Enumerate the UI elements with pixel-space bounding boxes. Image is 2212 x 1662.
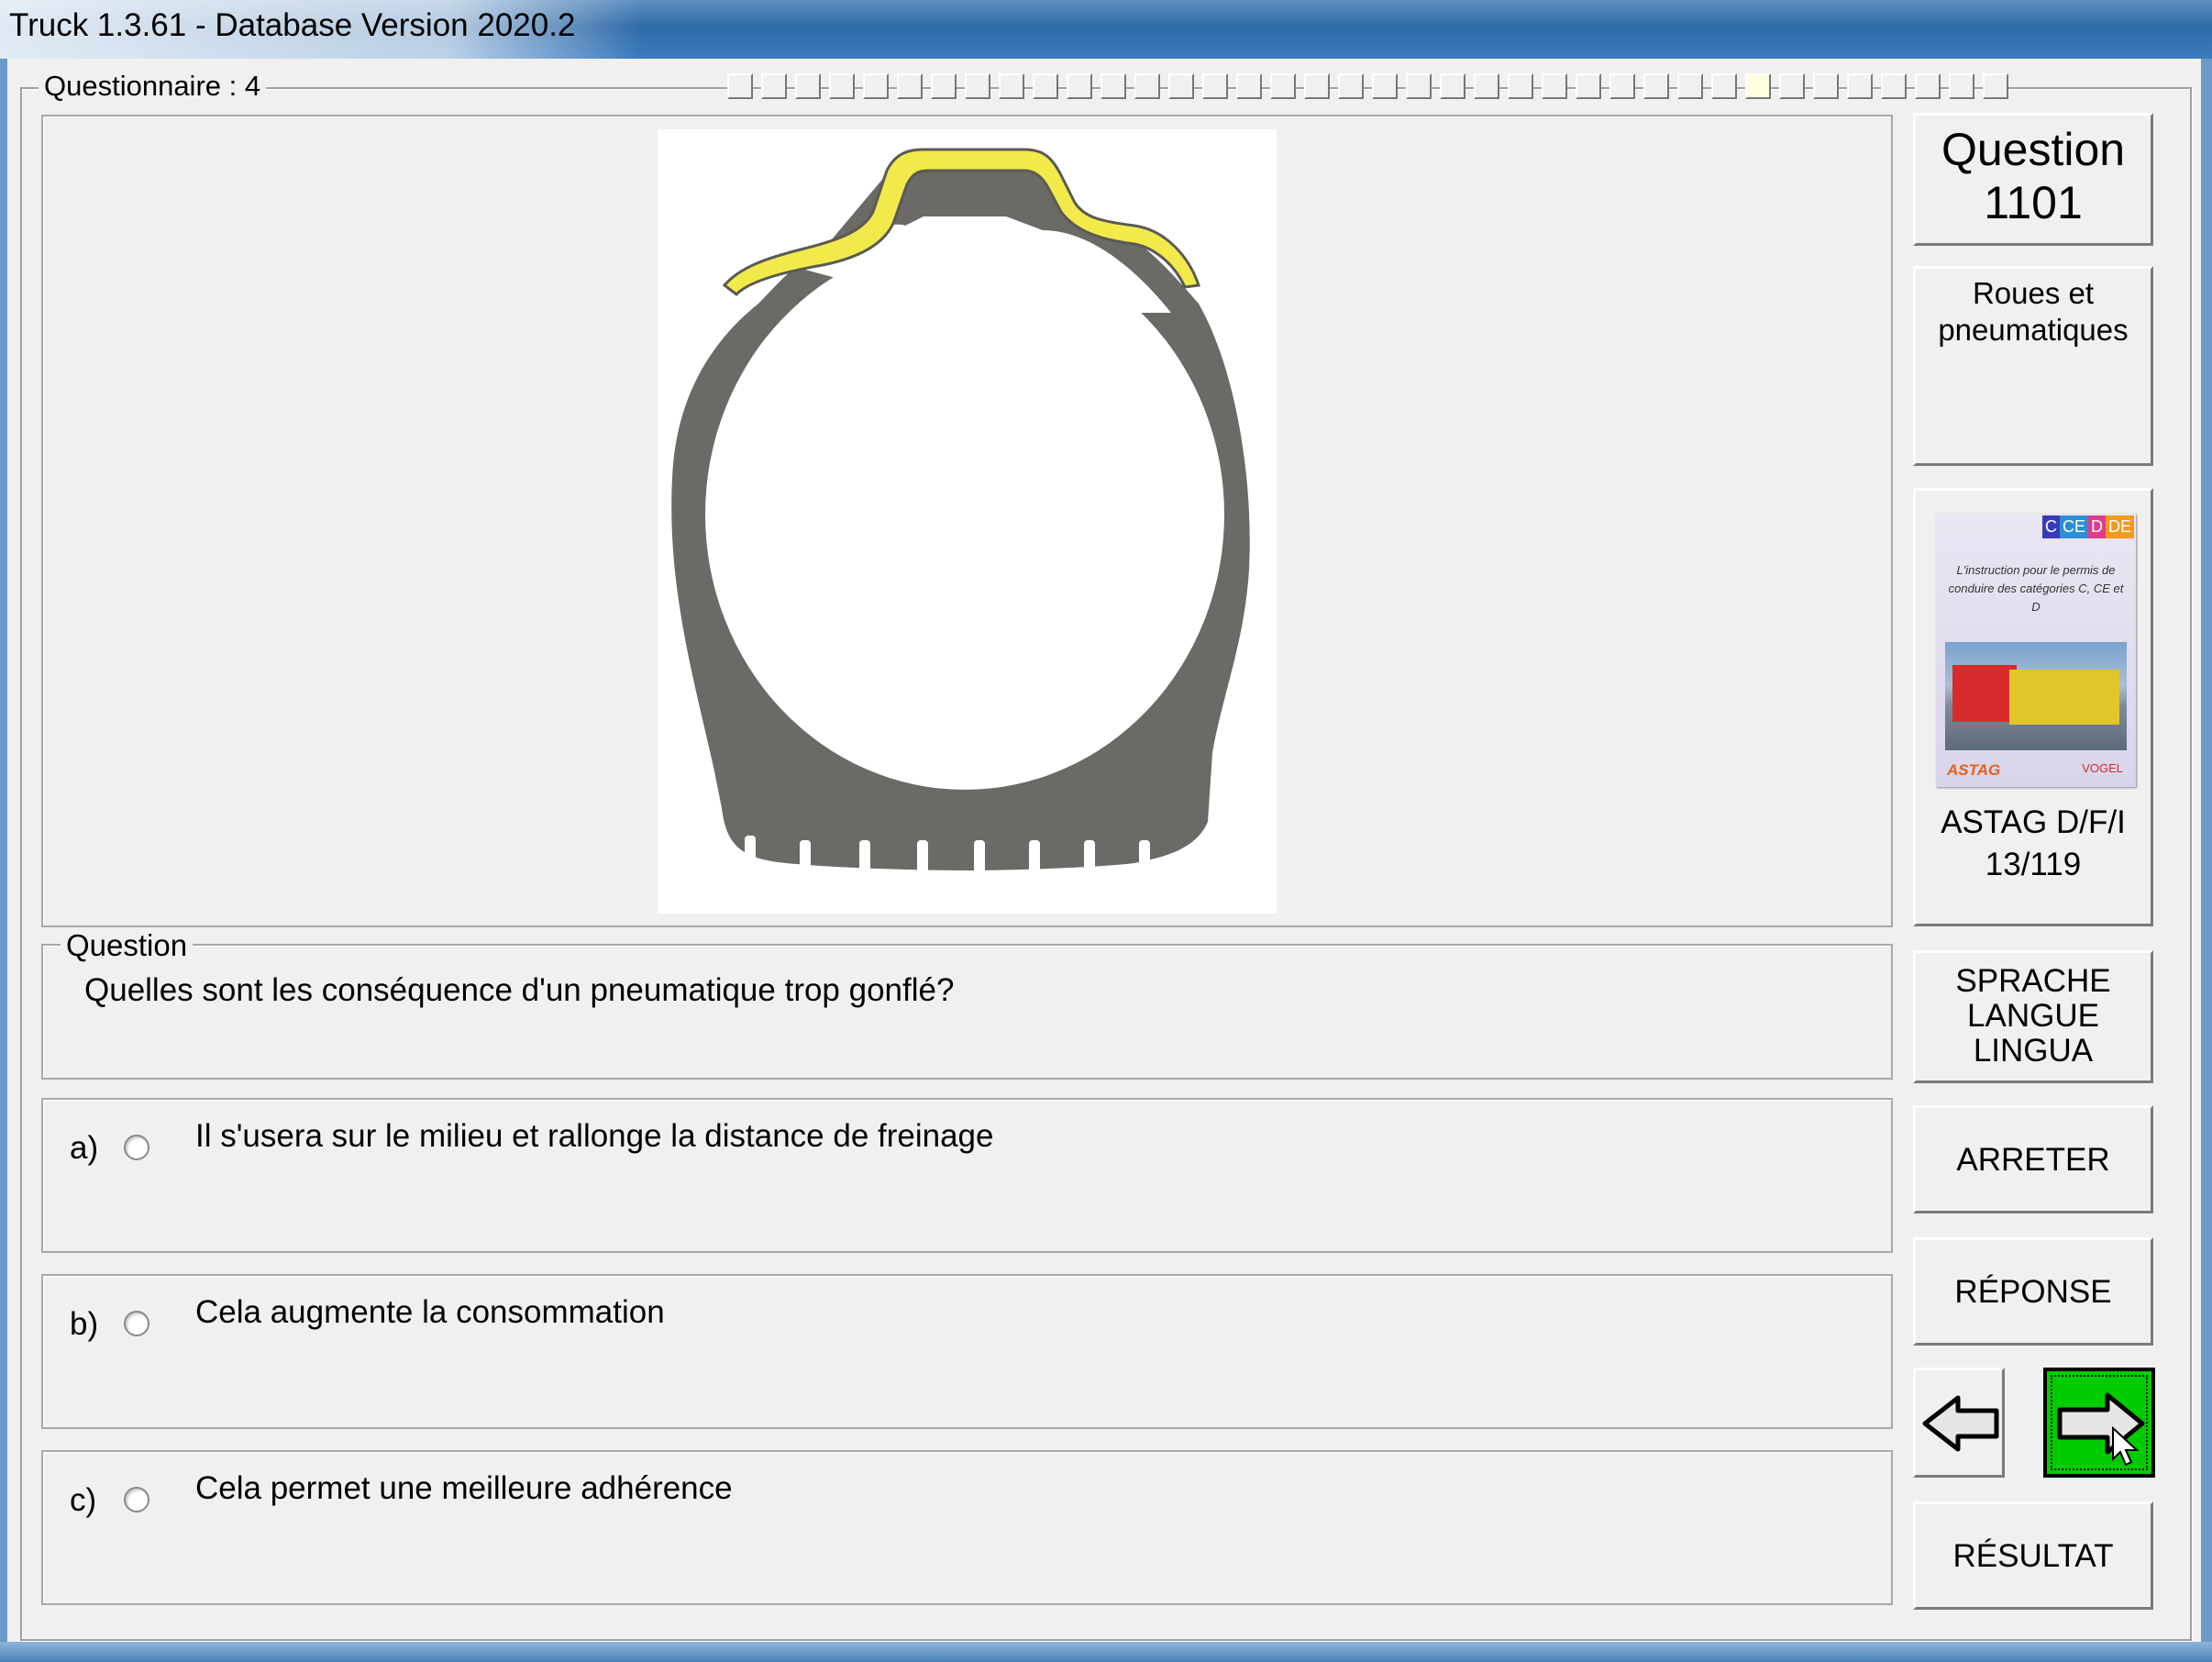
progress-segment [1643, 73, 1669, 99]
language-label-3: LINGUA [1973, 1033, 2094, 1069]
progress-segment [1202, 73, 1228, 99]
next-button[interactable] [2043, 1368, 2155, 1478]
window-title: Truck 1.3.61 - Database Version 2020.2 [9, 7, 576, 43]
language-label-1: SPRACHE [1955, 963, 2111, 999]
progress-segment [1134, 73, 1160, 99]
answer-button-label: RÉPONSE [1954, 1274, 2112, 1310]
answer-b-radio[interactable] [124, 1311, 149, 1336]
progress-segment [1983, 73, 2008, 99]
truck-image [1952, 665, 2017, 722]
progress-segment [1236, 73, 1262, 99]
progress-segment [829, 73, 855, 99]
progress-segment [1779, 73, 1805, 99]
question-text: Quelles sont les conséquence d'un pneuma… [84, 972, 955, 1008]
question-group-label: Question [61, 928, 194, 963]
category-panel: Roues et pneumatiques [1913, 266, 2153, 466]
answer-button[interactable]: RÉPONSE [1913, 1237, 2153, 1346]
source-line-2: 13/119 [1985, 847, 2082, 882]
questionnaire-label: Questionnaire : 4 [39, 70, 267, 103]
progress-segment [727, 73, 753, 99]
progress-segment [1474, 73, 1499, 99]
question-group [41, 944, 1893, 1080]
progress-segment [1711, 73, 1737, 99]
previous-button[interactable] [1913, 1368, 2005, 1478]
answer-a-radio[interactable] [124, 1135, 149, 1160]
question-number-panel: Question 1101 [1913, 113, 2153, 246]
question-number-label: Question [1941, 124, 2126, 175]
badge-ce: CE [2059, 515, 2088, 538]
question-number: 1101 [1984, 177, 2083, 228]
category-text: Roues et pneumatiques [1938, 276, 2129, 347]
progress-segment [897, 73, 923, 99]
progress-segment [1440, 73, 1465, 99]
astag-logo: ASTAG [1947, 761, 2001, 779]
progress-segment [863, 73, 889, 99]
answer-letter: a) [70, 1130, 99, 1166]
progress-segment [1508, 73, 1533, 99]
progress-segment [1033, 73, 1058, 99]
answer-letter: c) [70, 1482, 97, 1518]
overinflated-tire-illustration [671, 148, 1250, 877]
badge-c: C [2041, 515, 2060, 538]
progress-segment-current [1745, 73, 1771, 99]
tire-air-chamber [705, 239, 1224, 790]
bus-image [2009, 670, 2119, 725]
title-bar: Truck 1.3.61 - Database Version 2020.2 [0, 0, 2212, 59]
stop-button-label: ARRETER [1956, 1142, 2110, 1178]
progress-segment [1576, 73, 1601, 99]
progress-segment [1270, 73, 1296, 99]
source-line-1: ASTAG D/F/I [1941, 804, 2126, 840]
badge-de: DE [2105, 515, 2134, 538]
progress-segment [1813, 73, 1839, 99]
progress-segment [1881, 73, 1907, 99]
license-category-badge: C CE D DE [2041, 515, 2134, 538]
progress-segment [1609, 73, 1635, 99]
book-cover-image: C CE D DE L'instruction pour le permis d… [1936, 514, 2136, 787]
answer-option-a[interactable]: a) Il s'usera sur le milieu et rallonge … [41, 1098, 1893, 1253]
result-button-label: RÉSULTAT [1952, 1538, 2114, 1574]
answer-text: Il s'usera sur le milieu et rallonge la … [195, 1118, 994, 1154]
answer-option-c[interactable]: c) Cela permet une meilleure adhérence [41, 1450, 1893, 1605]
book-cover-text: L'instruction pour le permis de conduire… [1948, 563, 2124, 614]
language-label-2: LANGUE [1967, 998, 2099, 1034]
language-button[interactable]: SPRACHE LANGUE LINGUA [1913, 950, 2153, 1083]
progress-segment [1406, 73, 1432, 99]
progress-segment [761, 73, 787, 99]
progress-segment [1304, 73, 1330, 99]
window-frame-left [0, 59, 7, 1662]
progress-segment [1168, 73, 1194, 99]
result-button[interactable]: RÉSULTAT [1913, 1501, 2153, 1610]
arrow-left-icon [1922, 1395, 1999, 1452]
progress-segment [999, 73, 1024, 99]
stop-button[interactable]: ARRETER [1913, 1105, 2153, 1213]
answer-text: Cela augmente la consommation [195, 1294, 665, 1330]
answer-c-radio[interactable] [124, 1487, 149, 1512]
progress-segment [1338, 73, 1364, 99]
progress-segment [1372, 73, 1398, 99]
progress-segment [931, 73, 957, 99]
progress-segment [965, 73, 990, 99]
answer-option-b[interactable]: b) Cela augmente la consommation [41, 1274, 1893, 1429]
progress-segment [1067, 73, 1092, 99]
progress-segment [1542, 73, 1567, 99]
vogel-logo: VOGEL [2082, 761, 2123, 775]
progress-segment [1100, 73, 1126, 99]
answer-text: Cela permet une meilleure adhérence [195, 1470, 733, 1506]
window-frame-bottom [0, 1642, 2212, 1662]
progress-segment [1677, 73, 1703, 99]
source-panel: C CE D DE L'instruction pour le permis d… [1913, 488, 2153, 926]
progress-segment [1847, 73, 1873, 99]
progress-segment [1915, 73, 1941, 99]
badge-d: D [2087, 515, 2106, 538]
window-frame-right [2201, 59, 2212, 1662]
progress-segment [795, 73, 821, 99]
progress-segment [1949, 73, 1974, 99]
question-image [658, 129, 1277, 914]
mouse-cursor-icon [2112, 1426, 2140, 1467]
answer-letter: b) [70, 1306, 99, 1342]
question-progress-bar [727, 73, 2008, 101]
